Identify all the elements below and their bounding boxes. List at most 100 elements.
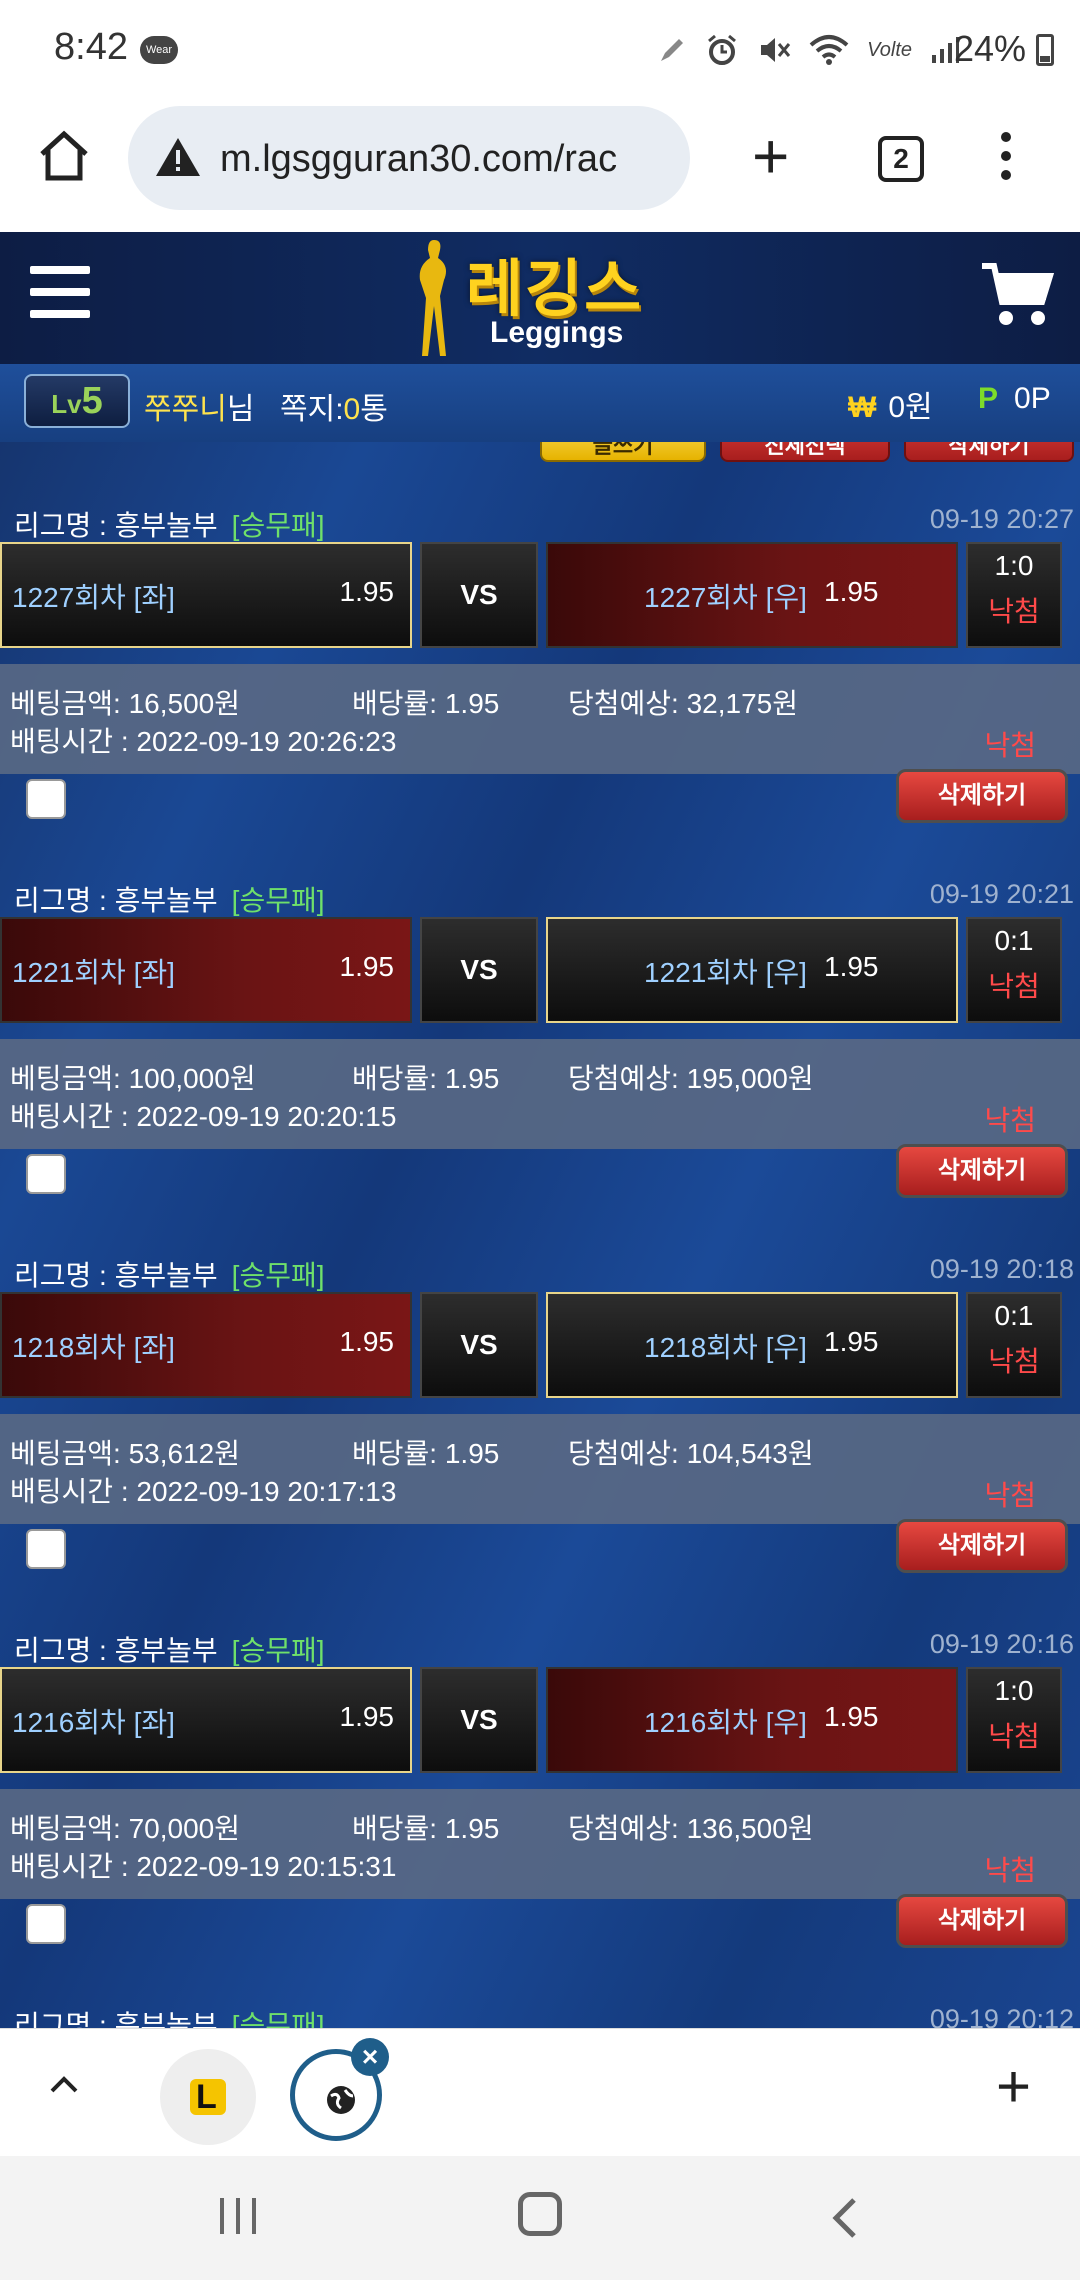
league-name: 리그명 : 흥부놀부 [승무패] bbox=[14, 2010, 325, 2028]
bet-checkbox[interactable] bbox=[26, 1904, 66, 1944]
delete-button[interactable]: 삭제하기 bbox=[896, 769, 1068, 823]
bet-amount: 베팅금액: 53,612원 bbox=[10, 1438, 241, 1469]
team-left[interactable]: 1221회차 [좌] 1.95 bbox=[0, 917, 412, 1023]
bet-expected: 당첨예상: 32,175원 bbox=[568, 688, 799, 719]
status-icons: Volte bbox=[657, 30, 960, 70]
url-bar[interactable]: m.lgsgguran30.com/rac bbox=[128, 106, 690, 210]
vs-label: VS bbox=[420, 1667, 538, 1773]
logo-figure-icon bbox=[419, 240, 446, 356]
team-right[interactable]: 1216회차 [우] 1.95 bbox=[546, 1667, 958, 1773]
bet-card: 삭제하기리그명 : 흥부놀부 [승무패] 09-19 20:18 1218회차 [좌]… bbox=[0, 1144, 1080, 1567]
tab-thumbnail-2[interactable]: × bbox=[290, 2038, 389, 2141]
match-row: 1216회차 [좌] 1.95 VS 1216회차 [우] 1.95 1:0 낙첨 bbox=[0, 1667, 1080, 1777]
message-count[interactable]: 쪽지:0통 bbox=[280, 384, 388, 428]
bet-time: 배팅시간 : 2022-09-19 20:15:31 bbox=[10, 1851, 397, 1882]
bet-result: 낙첨 bbox=[984, 1105, 1036, 1136]
alarm-icon bbox=[708, 34, 737, 65]
wear-badge: Wear bbox=[140, 36, 178, 64]
home-button[interactable] bbox=[518, 2192, 562, 2236]
team-right[interactable]: 1218회차 [우] 1.95 bbox=[546, 1292, 958, 1398]
league-name: 리그명 : 흥부놀부 [승무패] bbox=[14, 885, 325, 916]
close-tab-icon[interactable]: × bbox=[351, 2038, 389, 2076]
home-icon[interactable] bbox=[36, 128, 92, 184]
bet-date: 09-19 20:18 bbox=[929, 1254, 1074, 1284]
bet-result: 낙첨 bbox=[984, 1855, 1036, 1886]
team-right[interactable]: 1227회차 [우] 1.95 bbox=[546, 542, 958, 648]
bet-date: 09-19 20:21 bbox=[929, 879, 1074, 909]
status-bar: 8:42 Wear Volte 24% bbox=[0, 0, 1080, 100]
bet-card: 삭제하기리그명 : 흥부놀부 [승무패] 09-19 20:12 bbox=[0, 1894, 1080, 2028]
league-name: 리그명 : 흥부놀부 [승무패] bbox=[14, 1260, 325, 1291]
nickname: 쭈쭈니님 bbox=[144, 393, 255, 426]
bet-checkbox[interactable] bbox=[26, 779, 66, 819]
globe-icon bbox=[327, 2086, 355, 2114]
bet-odds: 배당률: 1.95 bbox=[352, 688, 500, 719]
match-row: 1218회차 [좌] 1.95 VS 1218회차 [우] 1.95 0:1 낙첨 bbox=[0, 1292, 1080, 1402]
volte-label: Volte bbox=[867, 38, 912, 61]
bet-result: 낙첨 bbox=[984, 730, 1036, 761]
site-header: 레깅스 Leggings bbox=[0, 232, 1080, 364]
bet-info: 베팅금액: 16,500원 배당률: 1.95 당첨예상: 32,175원배팅시간 … bbox=[0, 664, 1080, 774]
bet-info: 베팅금액: 53,612원 배당률: 1.95 당첨예상: 104,543원 배팅시간… bbox=[0, 1414, 1080, 1524]
warning-icon[interactable] bbox=[154, 136, 202, 178]
delete-button[interactable]: 삭제하기 bbox=[896, 1519, 1068, 1573]
bet-card: 리그명 : 흥부놀부 [승무패] 09-19 20:27 1227회차 [좌] 1.95… bbox=[0, 442, 1080, 817]
score-box: 1:0 낙첨 bbox=[966, 1667, 1062, 1773]
match-row: 1221회차 [좌] 1.95 VS 1221회차 [우] 1.95 0:1 낙첨 bbox=[0, 917, 1080, 1027]
bet-card: 삭제하기리그명 : 흥부놀부 [승무패] 09-19 20:16 1216회차 [좌]… bbox=[0, 1519, 1080, 1942]
add-tab-button[interactable]: + bbox=[996, 2057, 1031, 2117]
team-right[interactable]: 1221회차 [우] 1.95 bbox=[546, 917, 958, 1023]
bet-odds: 배당률: 1.95 bbox=[352, 1813, 500, 1844]
system-nav-bar bbox=[0, 2156, 1080, 2280]
bet-date: 09-19 20:12 bbox=[929, 2004, 1074, 2028]
site-favicon-icon bbox=[190, 2079, 226, 2115]
bet-odds: 배당률: 1.95 bbox=[352, 1438, 500, 1469]
user-info-bar: Lv5 쭈쭈니님 쪽지:0통 ₩0원 P 0P bbox=[0, 364, 1080, 442]
bet-date: 09-19 20:27 bbox=[929, 504, 1074, 534]
logo-english: Leggings bbox=[490, 316, 624, 349]
match-row: 1227회차 [좌] 1.95 VS 1227회차 [우] 1.95 1:0 낙첨 bbox=[0, 542, 1080, 652]
url-text[interactable]: m.lgsgguran30.com/rac bbox=[220, 138, 617, 181]
status-time: 8:42 bbox=[54, 26, 128, 68]
team-left[interactable]: 1218회차 [좌] 1.95 bbox=[0, 1292, 412, 1398]
hamburger-icon[interactable] bbox=[30, 266, 90, 332]
tab-count-button[interactable]: 2 bbox=[878, 136, 924, 182]
league-name: 리그명 : 흥부놀부 [승무패] bbox=[14, 1635, 325, 1666]
bet-amount: 베팅금액: 16,500원 bbox=[10, 688, 241, 719]
battery-text: 24% bbox=[953, 28, 1026, 69]
tab-thumbnail-1[interactable] bbox=[160, 2049, 256, 2145]
browser-toolbar: m.lgsgguran30.com/rac + 2 bbox=[0, 100, 1080, 230]
level-badge: Lv5 bbox=[24, 374, 130, 428]
site-logo[interactable]: 레깅스 Leggings bbox=[410, 232, 670, 364]
bet-checkbox[interactable] bbox=[26, 1154, 66, 1194]
back-icon[interactable] bbox=[826, 2194, 862, 2242]
bet-expected: 당첨예상: 195,000원 bbox=[568, 1063, 814, 1094]
bet-checkbox[interactable] bbox=[26, 1529, 66, 1569]
delete-button[interactable]: 삭제하기 bbox=[896, 1144, 1068, 1198]
new-tab-button[interactable]: + bbox=[752, 124, 789, 188]
team-left[interactable]: 1227회차 [좌] 1.95 bbox=[0, 542, 412, 648]
vs-label: VS bbox=[420, 917, 538, 1023]
bet-amount: 베팅금액: 100,000원 bbox=[10, 1063, 256, 1094]
league-name: 리그명 : 흥부놀부 [승무패] bbox=[14, 510, 325, 541]
delete-button[interactable]: 삭제하기 bbox=[896, 1894, 1068, 1948]
logo-korean: 레깅스 bbox=[466, 255, 644, 324]
score-box: 1:0 낙첨 bbox=[966, 542, 1062, 648]
more-menu-icon[interactable] bbox=[996, 132, 1016, 189]
bet-time: 배팅시간 : 2022-09-19 20:26:23 bbox=[10, 726, 397, 757]
bet-odds: 배당률: 1.95 bbox=[352, 1063, 500, 1094]
bet-history-list: 글쓰기 전체선택 삭제하기 리그명 : 흥부놀부 [승무패] 09-19 20:27… bbox=[0, 442, 1080, 2028]
bet-info: 베팅금액: 70,000원 배당률: 1.95 당첨예상: 136,500원 배팅시간… bbox=[0, 1789, 1080, 1899]
money-balance: ₩0원 bbox=[848, 391, 933, 424]
recent-apps-icon[interactable] bbox=[216, 2196, 260, 2236]
vs-label: VS bbox=[420, 542, 538, 648]
pencil-icon bbox=[661, 39, 684, 61]
score-box: 0:1 낙첨 bbox=[966, 1292, 1062, 1398]
team-left[interactable]: 1216회차 [좌] 1.95 bbox=[0, 1667, 412, 1773]
bet-time: 배팅시간 : 2022-09-19 20:20:15 bbox=[10, 1101, 397, 1132]
mute-icon bbox=[761, 38, 791, 62]
bet-date: 09-19 20:16 bbox=[929, 1629, 1074, 1659]
point-balance: P 0P bbox=[978, 382, 1051, 415]
chevron-up-icon[interactable] bbox=[44, 2065, 84, 2105]
cart-icon[interactable] bbox=[980, 260, 1054, 330]
